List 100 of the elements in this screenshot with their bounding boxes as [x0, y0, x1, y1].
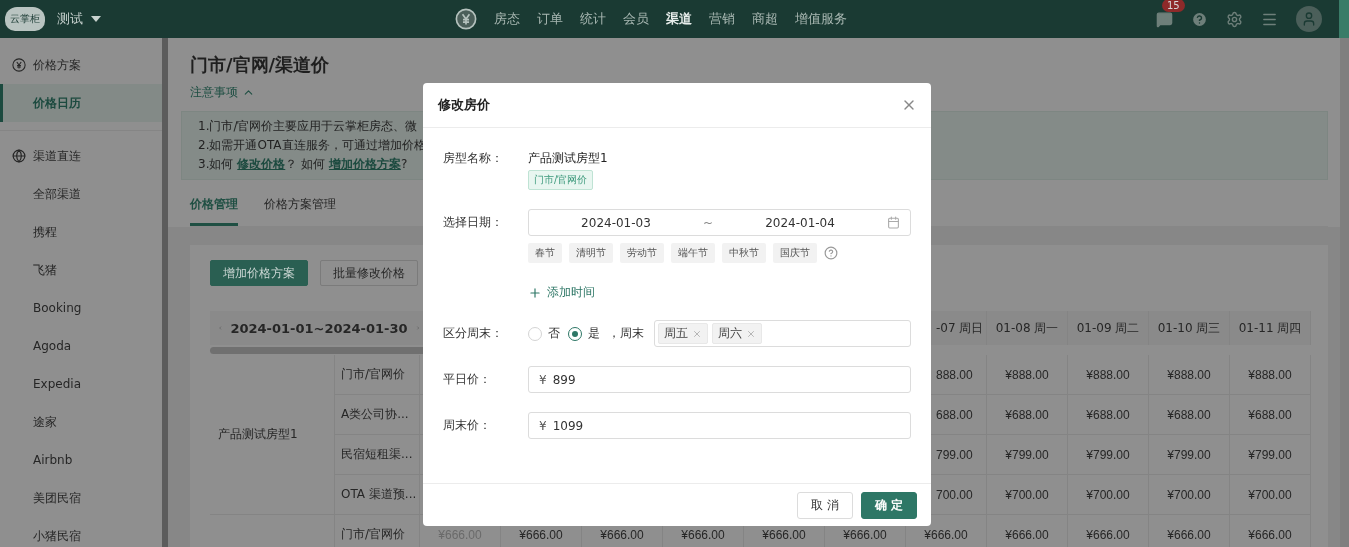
notice-link[interactable]: 修改价格: [237, 157, 286, 171]
price-cell[interactable]: ¥688.00: [1149, 395, 1230, 435]
sidebar-item[interactable]: 全部渠道: [0, 175, 162, 213]
help-icon[interactable]: [1191, 10, 1208, 28]
help-icon[interactable]: [824, 246, 838, 260]
holiday-chip[interactable]: 劳动节: [620, 243, 664, 263]
price-cell[interactable]: ¥688.00: [1230, 395, 1311, 435]
nav-item[interactable]: 统计: [580, 10, 606, 28]
nav-item[interactable]: 房态: [494, 10, 520, 28]
nav-item[interactable]: 商超: [752, 10, 778, 28]
end-date-input[interactable]: 2024-01-04: [713, 214, 887, 231]
holiday-chip[interactable]: 春节: [528, 243, 562, 263]
settings-icon[interactable]: [1226, 10, 1243, 28]
channel-cell: A类公司协...: [335, 395, 420, 435]
sidebar-scrollbar[interactable]: [162, 38, 168, 547]
weekday-tag: 周六: [712, 323, 762, 344]
price-cell[interactable]: ¥666.00: [1230, 515, 1311, 547]
sidebar-item[interactable]: Expedia: [0, 365, 162, 403]
price-cell[interactable]: ¥700.00: [1149, 475, 1230, 515]
notification-count: 15: [1162, 0, 1185, 12]
sidebar-item[interactable]: Agoda: [0, 327, 162, 365]
holiday-chip[interactable]: 清明节: [569, 243, 613, 263]
holiday-chip[interactable]: 中秋节: [722, 243, 766, 263]
field-label: 平日价：: [443, 371, 492, 388]
workspace-dropdown[interactable]: 测试: [57, 10, 101, 28]
start-date-input[interactable]: 2024-01-03: [529, 214, 703, 231]
price-cell[interactable]: ¥688.00: [987, 395, 1068, 435]
batch-edit-button[interactable]: 批量修改价格: [320, 260, 418, 286]
remove-icon[interactable]: [692, 328, 702, 339]
sidebar-item[interactable]: Airbnb: [0, 441, 162, 479]
price-cell[interactable]: ¥666.00: [1068, 515, 1149, 547]
price-cell[interactable]: ¥888.00: [1230, 355, 1311, 395]
caret-icon: [91, 16, 101, 22]
room-type-cell: 产品测试房型1: [210, 355, 335, 515]
field-label: 区分周末：: [443, 325, 504, 342]
price-cell[interactable]: ¥799.00: [1068, 435, 1149, 475]
price-cell[interactable]: ¥799.00: [1230, 435, 1311, 475]
remove-icon[interactable]: [746, 328, 756, 339]
avatar[interactable]: [1296, 6, 1322, 32]
sidebar-item[interactable]: 小猪民宿: [0, 517, 162, 547]
nav-item[interactable]: 增值服务: [795, 10, 847, 28]
nav-item[interactable]: 营销: [709, 10, 735, 28]
price-cell[interactable]: ¥666.00: [987, 515, 1068, 547]
price-cell[interactable]: ¥700.00: [1230, 475, 1311, 515]
nav-item[interactable]: 订单: [537, 10, 563, 28]
radio-label: 是: [588, 325, 600, 342]
dialog-title: 修改房价: [438, 96, 490, 114]
price-value-input[interactable]: 899: [552, 372, 900, 387]
radio-label: 否: [548, 325, 560, 342]
sidebar-item[interactable]: Booking: [0, 289, 162, 327]
column-header: 01-09 周二: [1068, 311, 1149, 345]
price-cell[interactable]: ¥688.00: [1068, 395, 1149, 435]
price-input[interactable]: ¥ 899: [528, 366, 911, 393]
sidebar-item[interactable]: 美团民宿: [0, 479, 162, 517]
notice-toggle[interactable]: 注意事项: [190, 84, 255, 101]
price-cell[interactable]: ¥799.00: [987, 435, 1068, 475]
date-range-field[interactable]: 2024-01-03 ~ 2024-01-04: [528, 209, 911, 236]
sidebar-section-title: 渠道直连: [33, 147, 81, 165]
cancel-button[interactable]: 取 消: [797, 491, 853, 519]
price-cell[interactable]: ¥888.00: [1149, 355, 1230, 395]
sidebar-section-title: 价格方案: [33, 56, 81, 74]
field-label: 周末价：: [443, 417, 492, 434]
tab[interactable]: 价格方案管理: [264, 192, 336, 226]
price-cell[interactable]: ¥888.00: [987, 355, 1068, 395]
weekend-days-select[interactable]: 周五 周六: [654, 320, 911, 347]
add-button[interactable]: 增加价格方案: [210, 260, 308, 286]
page-scrollbar[interactable]: [1340, 38, 1349, 547]
message-icon[interactable]: [1156, 10, 1173, 28]
notice-link[interactable]: 增加价格方案: [328, 157, 401, 171]
price-cell[interactable]: ¥700.00: [987, 475, 1068, 515]
channel-cell: 门市/官网价: [335, 355, 420, 395]
side-tab[interactable]: [1339, 0, 1349, 38]
column-header: 01-10 周三: [1149, 311, 1230, 345]
weekend-label: ，周末: [608, 325, 644, 342]
price-input[interactable]: ¥ 1099: [528, 412, 911, 439]
sidebar-item[interactable]: 途家: [0, 403, 162, 441]
sidebar-item[interactable]: 价格日历: [0, 84, 162, 122]
logo[interactable]: 云掌柜: [5, 7, 45, 31]
holiday-chip[interactable]: 国庆节: [773, 243, 817, 263]
notice-text: 1.门市/官网价主要应用于云掌柜房态、微: [198, 118, 419, 135]
globe-icon: [12, 149, 26, 163]
holiday-chip[interactable]: 端午节: [671, 243, 715, 263]
yen-icon: [12, 58, 26, 72]
price-cell[interactable]: ¥700.00: [1068, 475, 1149, 515]
field-label: 选择日期：: [443, 214, 504, 231]
sidebar-item[interactable]: 携程: [0, 213, 162, 251]
price-cell[interactable]: ¥666.00: [1149, 515, 1230, 547]
add-time-link[interactable]: 添加时间: [528, 284, 595, 301]
column-header: 01-11 周四: [1230, 311, 1311, 345]
price-value-input[interactable]: 1099: [552, 418, 900, 433]
sidebar-item[interactable]: 飞猪: [0, 251, 162, 289]
page-title: 门市/官网/渠道价: [190, 53, 331, 77]
nav-item[interactable]: 会员: [623, 10, 649, 28]
field-label: 房型名称：: [443, 150, 504, 167]
nav-item[interactable]: 渠道: [666, 10, 692, 28]
calendar-icon: [887, 216, 900, 229]
price-cell[interactable]: ¥888.00: [1068, 355, 1149, 395]
weekday-tag: 周五: [658, 323, 708, 344]
price-cell[interactable]: ¥799.00: [1149, 435, 1230, 475]
confirm-button[interactable]: 确 定: [860, 491, 917, 519]
